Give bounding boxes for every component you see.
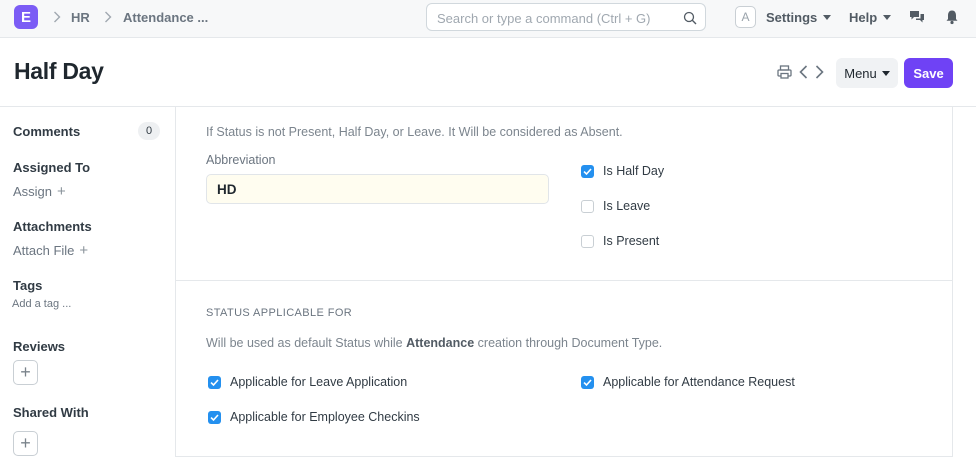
search-icon [683, 11, 697, 25]
leave-application-label: Applicable for Leave Application [230, 375, 408, 389]
assigned-to-label: Assigned To [13, 160, 91, 175]
app-logo[interactable]: E [14, 5, 38, 29]
user-avatar[interactable]: A [735, 6, 756, 28]
next-doc-icon[interactable] [815, 65, 824, 79]
comments-count-badge: 0 [138, 122, 160, 140]
attendance-request-checkbox[interactable] [581, 376, 594, 389]
notification-bell-icon[interactable] [944, 9, 960, 25]
chat-icon[interactable] [909, 9, 925, 25]
settings-label: Settings [766, 10, 818, 25]
attachments-label: Attachments [13, 219, 92, 234]
printer-icon[interactable] [777, 65, 792, 79]
assign-link-text: Assign [13, 184, 53, 199]
check-icon [583, 168, 592, 176]
section-title-status-applicable: STATUS APPLICABLE FOR [206, 307, 353, 319]
shared-with-label: Shared With [13, 405, 89, 420]
abbreviation-field[interactable] [206, 174, 549, 204]
is-leave-label: Is Leave [603, 199, 651, 213]
help-label: Help [849, 10, 878, 25]
chevron-right-icon [105, 11, 112, 23]
breadcrumb-attendance-status[interactable]: Attendance ... [123, 10, 208, 25]
awesomebar [426, 3, 706, 31]
is-present-label: Is Present [603, 234, 660, 248]
section-description: Will be used as default Status while Att… [206, 336, 662, 350]
add-share-button[interactable]: + [13, 431, 38, 456]
is-half-day-checkbox[interactable] [581, 165, 594, 178]
assign-link[interactable]: Assign + [13, 183, 66, 200]
check-icon [210, 414, 219, 422]
attach-file-text: Attach File [13, 243, 75, 258]
previous-doc-icon[interactable] [799, 65, 808, 79]
is-leave-checkbox[interactable] [581, 200, 594, 213]
breadcrumb-hr[interactable]: HR [71, 10, 90, 25]
navbar: E HR Attendance ... A Settings Help [0, 0, 976, 38]
abbreviation-label: Abbreviation [206, 153, 276, 167]
plus-icon: + [57, 183, 66, 200]
form-layout [175, 106, 953, 457]
employee-checkins-checkbox[interactable] [208, 411, 221, 424]
is-half-day-label: Is Half Day [603, 164, 665, 178]
add-tag-link[interactable]: Add a tag ... [12, 298, 71, 310]
section-desc-text: Will be used as default Status while [206, 336, 407, 350]
caret-down-icon [881, 70, 890, 76]
section-desc-text-end: creation through Document Type. [474, 336, 663, 350]
tags-label: Tags [13, 278, 43, 293]
add-review-button[interactable]: + [13, 360, 38, 385]
attendance-request-label: Applicable for Attendance Request [603, 375, 795, 389]
menu-label: Menu [844, 65, 877, 81]
reviews-label: Reviews [13, 339, 66, 354]
chevron-right-icon [54, 11, 61, 23]
check-icon [583, 379, 592, 387]
section-divider [175, 280, 953, 281]
menu-button[interactable]: Menu [836, 58, 898, 88]
status-description: If Status is not Present, Half Day, or L… [206, 125, 623, 139]
plus-icon: + [20, 362, 31, 382]
check-icon [210, 379, 219, 387]
plus-icon: + [79, 242, 89, 259]
search-input[interactable] [437, 9, 667, 27]
caret-down-icon [883, 15, 892, 20]
settings-dropdown[interactable]: Settings [766, 10, 832, 25]
save-button[interactable]: Save [904, 58, 953, 88]
comments-label: Comments [13, 124, 81, 139]
caret-down-icon [823, 15, 832, 20]
attach-file-link[interactable]: Attach File + [13, 242, 88, 259]
is-present-checkbox[interactable] [581, 235, 594, 248]
employee-checkins-label: Applicable for Employee Checkins [230, 410, 420, 424]
leave-application-checkbox[interactable] [208, 376, 221, 389]
plus-icon: + [20, 433, 31, 453]
page-title: Half Day [14, 58, 104, 84]
section-desc-doctype: Attendance [406, 336, 475, 350]
help-dropdown[interactable]: Help [849, 10, 892, 25]
